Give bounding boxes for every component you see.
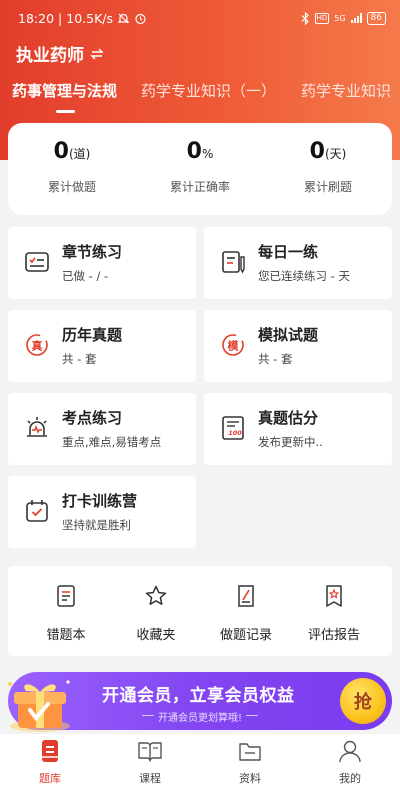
gift-box-icon	[8, 680, 70, 732]
tab-pharmacy-knowledge-2[interactable]: 药学专业知识	[301, 80, 391, 101]
nav-question-bank[interactable]: 题库	[20, 738, 80, 786]
svg-text:100: 100	[228, 429, 242, 437]
tab-regulations[interactable]: 药事管理与法规	[12, 80, 117, 101]
battery-icon: 86	[366, 11, 386, 25]
tool-assessment-report[interactable]: 评估报告	[294, 584, 374, 643]
daily-practice-icon	[222, 251, 245, 274]
exam-selector[interactable]: 执业药师	[16, 41, 104, 66]
tools-panel: 错题本 收藏夹 做题记录 评估报告	[8, 566, 392, 656]
stats-card: 0(道) 累计做题 0% 累计正确率 0(天) 累计刷题	[8, 123, 392, 215]
swap-icon	[90, 47, 104, 60]
nav-profile[interactable]: 我的	[320, 738, 380, 786]
score-estimate-icon: 100	[222, 416, 244, 440]
alarm-icon	[135, 13, 146, 24]
profile-icon	[339, 740, 361, 763]
signal-icon	[350, 13, 362, 23]
favorites-star-icon	[145, 585, 167, 605]
card-daily-practice[interactable]: 每日一练 您已连续练习 - 天	[204, 227, 392, 299]
network-type: 5G	[334, 13, 346, 23]
keypoint-practice-icon	[27, 417, 47, 437]
hd-icon: HD	[314, 12, 330, 24]
mute-bell-icon	[117, 13, 130, 23]
bottom-nav: 题库 课程 资料 我的	[0, 734, 400, 800]
vip-banner[interactable]: 开通会员，立享会员权益 开通会员更划算哦! 抢	[8, 672, 392, 732]
past-exam-icon: 真	[26, 334, 48, 356]
status-bar: 18:20 | 10.5K/s HD 5G 86	[18, 9, 386, 27]
stat-accuracy: 0% 累计正确率	[169, 139, 230, 194]
nav-materials[interactable]: 资料	[220, 738, 280, 786]
wrong-book-icon	[57, 585, 75, 607]
tool-favorites[interactable]: 收藏夹	[116, 584, 196, 643]
assessment-report-icon	[326, 585, 342, 607]
network-speed: 10.5K/s	[66, 10, 114, 26]
tool-wrong-book[interactable]: 错题本	[26, 584, 106, 643]
card-past-exams[interactable]: 真 历年真题 共 - 套	[8, 310, 196, 382]
stat-practice-days: 0(天) 累计刷题	[303, 139, 352, 194]
folder-icon	[239, 743, 261, 761]
nav-course[interactable]: 课程	[120, 738, 180, 786]
subject-tabs: 药事管理与法规 药学专业知识（一） 药学专业知识	[0, 80, 400, 110]
tab-pharmacy-knowledge-1[interactable]: 药学专业知识（一）	[141, 80, 276, 101]
card-checkin-camp[interactable]: 打卡训练营 坚持就是胜利	[8, 476, 196, 548]
practice-record-icon	[238, 585, 254, 607]
active-tab-indicator	[56, 110, 75, 113]
card-mock-exams[interactable]: 模 模拟试题 共 - 套	[204, 310, 392, 382]
clock: 18:20	[18, 10, 55, 26]
card-keypoint-practice[interactable]: 考点练习 重点,难点,易错考点	[8, 393, 196, 465]
course-book-icon	[138, 742, 162, 762]
question-bank-icon	[42, 740, 58, 762]
svg-text:真: 真	[32, 339, 43, 353]
banner-title: 开通会员，立享会员权益	[102, 686, 295, 706]
stat-total-questions: 0(道) 累计做题	[47, 139, 96, 194]
mock-exam-icon: 模	[222, 334, 244, 356]
svg-text:模: 模	[228, 339, 240, 353]
grab-button[interactable]: 抢	[340, 678, 386, 724]
card-score-estimate[interactable]: 100 真题估分 发布更新中..	[204, 393, 392, 465]
chapter-practice-icon	[25, 252, 49, 272]
card-chapter-practice[interactable]: 章节练习 已做 - / -	[8, 227, 196, 299]
page-title: 执业药师	[16, 46, 84, 66]
checkin-camp-icon	[26, 500, 48, 522]
banner-subtitle: 开通会员更划算哦!	[141, 709, 259, 724]
bluetooth-icon	[301, 11, 309, 25]
tool-practice-record[interactable]: 做题记录	[206, 584, 286, 643]
